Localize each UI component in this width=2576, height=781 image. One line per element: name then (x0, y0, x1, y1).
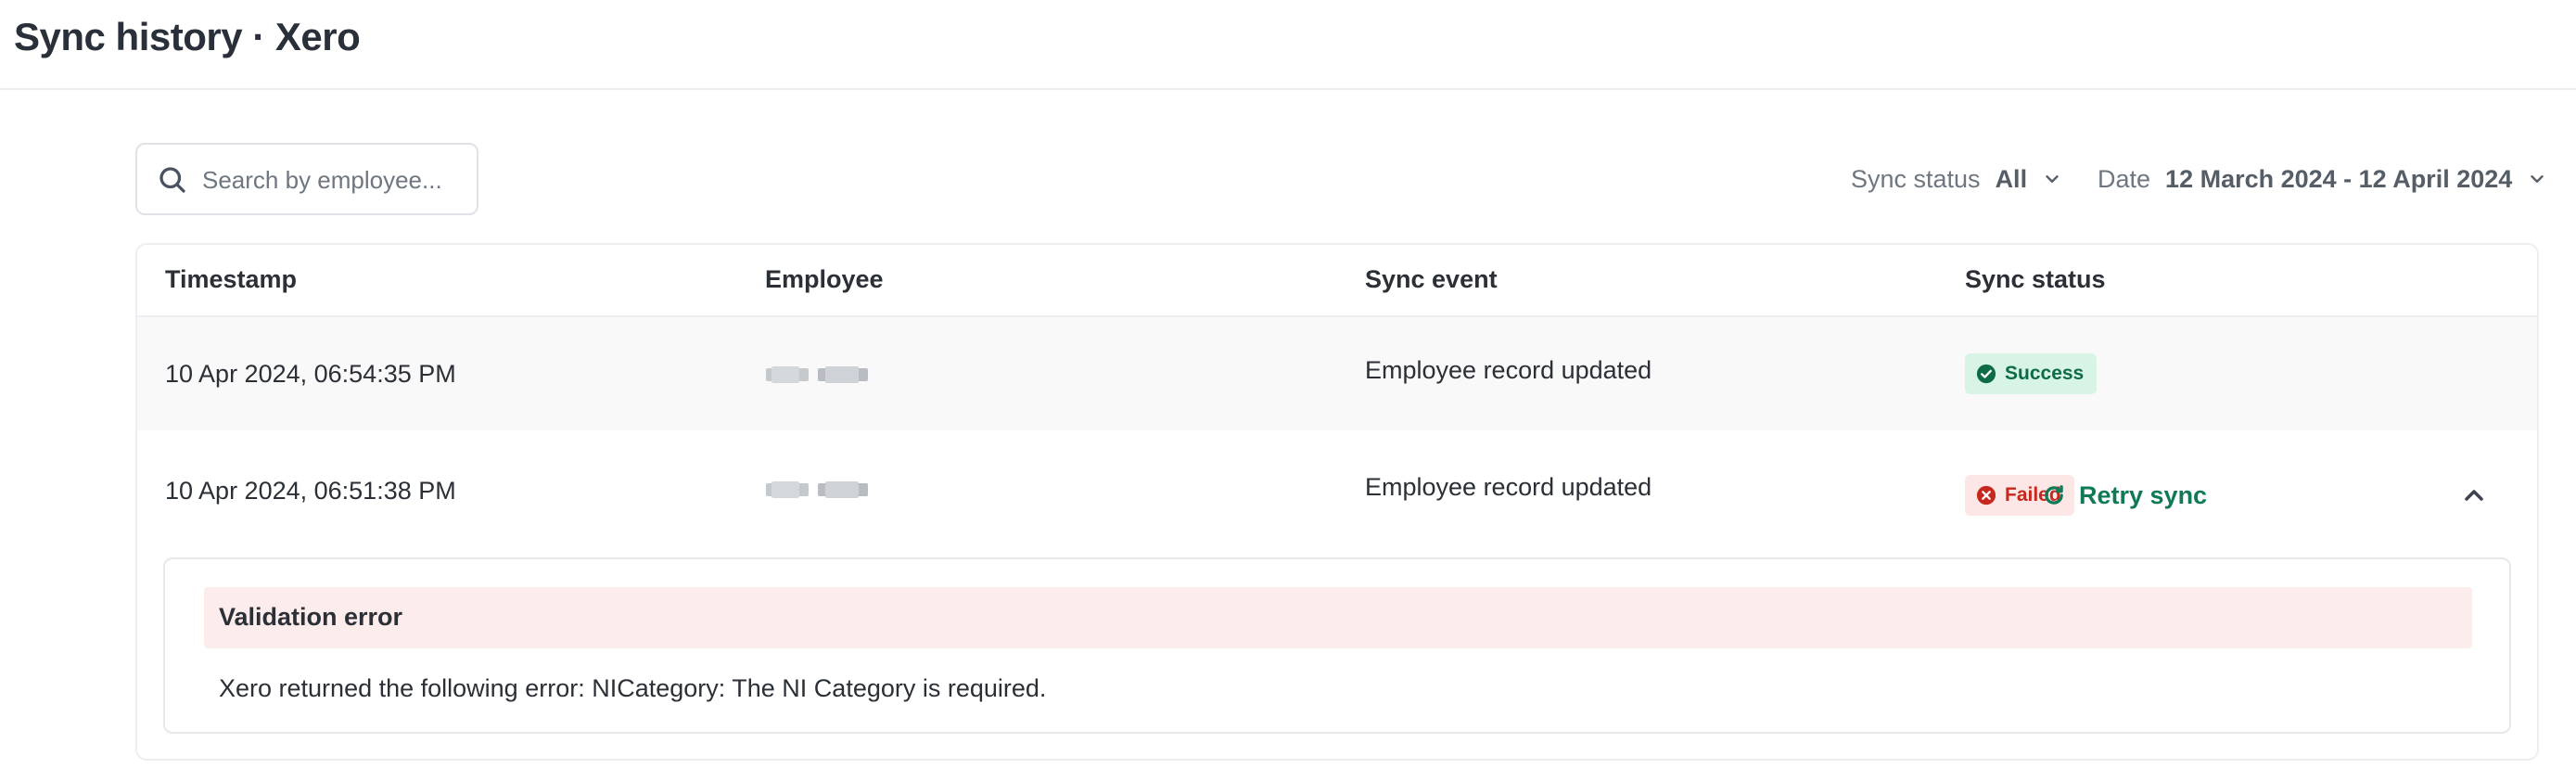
retry-sync-label: Retry sync (2079, 480, 2208, 509)
error-title: Validation error (219, 603, 403, 631)
search-box[interactable] (135, 143, 478, 215)
status-badge-label: Success (2005, 363, 2085, 384)
status-badge-success: Success (1965, 353, 2098, 394)
check-circle-icon (1976, 364, 1996, 384)
column-header-timestamp: Timestamp (165, 265, 298, 293)
date-filter[interactable]: Date 12 March 2024 - 12 April 2024 (2098, 156, 2547, 202)
sync-status-filter[interactable]: Sync status All (1851, 156, 2062, 202)
retry-sync-button[interactable]: Retry sync (2042, 475, 2207, 516)
sync-status-filter-label: Sync status (1851, 164, 1981, 193)
page-title: Sync history · Xero (14, 15, 361, 58)
column-header-employee: Employee (765, 265, 884, 293)
sync-event-cell: Employee record updated (1365, 473, 1652, 501)
search-input[interactable] (202, 158, 466, 202)
timestamp-cell: 10 Apr 2024, 06:54:35 PM (165, 360, 456, 388)
error-message: Xero returned the following error: NICat… (219, 674, 1047, 702)
error-details-panel: Validation error Xero returned the follo… (163, 557, 2511, 734)
error-header: Validation error (204, 587, 2472, 648)
refresh-icon (2045, 485, 2063, 505)
employee-name-redacted (764, 364, 872, 386)
page-header: Sync history · Xero (0, 0, 2576, 90)
column-header-sync-event: Sync event (1365, 265, 1498, 293)
chevron-up-icon[interactable] (2459, 480, 2489, 510)
employee-name-redacted (764, 479, 872, 501)
column-header-sync-status: Sync status (1965, 265, 2106, 293)
date-filter-value[interactable]: 12 March 2024 - 12 April 2024 (2165, 165, 2512, 194)
sync-status-filter-value[interactable]: All (1996, 165, 2028, 194)
timestamp-cell: 10 Apr 2024, 06:51:38 PM (165, 477, 456, 505)
table-header: Timestamp Employee Sync event Sync statu… (137, 245, 2537, 317)
x-circle-icon (1976, 485, 1996, 506)
table-row[interactable]: 10 Apr 2024, 06:54:35 PM Employee record… (137, 317, 2537, 430)
date-filter-label: Date (2098, 164, 2151, 193)
chevron-down-icon[interactable] (2042, 169, 2062, 189)
search-icon (159, 167, 185, 193)
sync-event-cell: Employee record updated (1365, 356, 1652, 384)
chevron-down-icon[interactable] (2527, 169, 2547, 189)
